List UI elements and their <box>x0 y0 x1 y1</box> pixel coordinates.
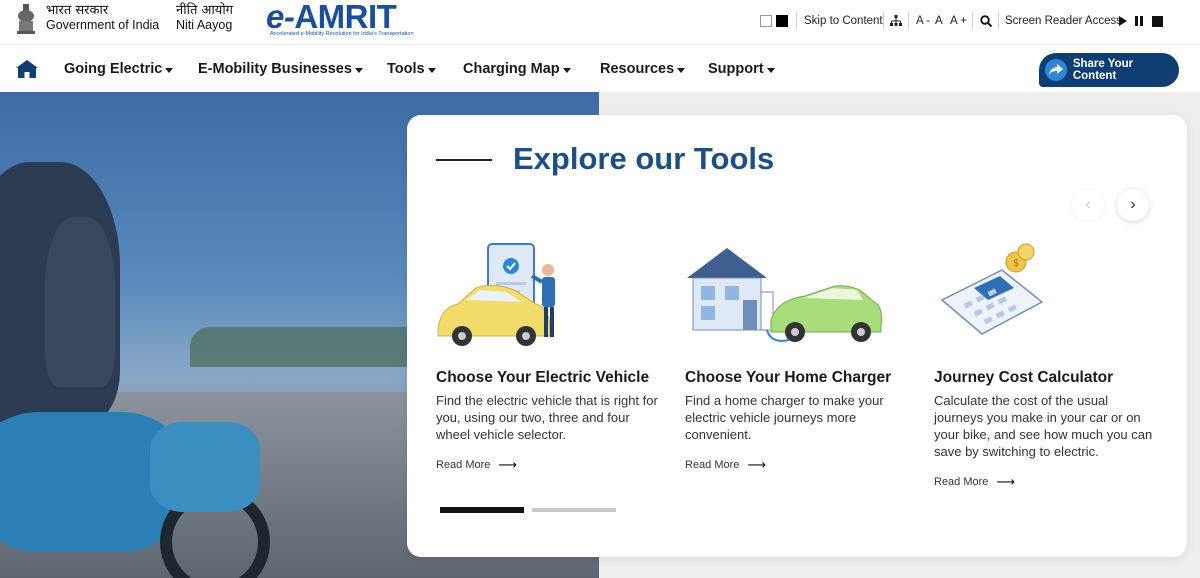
caret-down-icon <box>677 67 686 73</box>
title-decoration-line <box>436 159 492 161</box>
ev-selector-illustration-icon <box>437 243 555 346</box>
logo-amrit: AMRIT <box>294 0 397 35</box>
read-more-link[interactable]: Read More ⟶ <box>685 457 915 473</box>
read-more-link[interactable]: Read More ⟶ <box>934 474 1164 490</box>
divider <box>796 12 797 29</box>
carousel-dot-active[interactable] <box>440 507 524 513</box>
nav-label: Tools <box>387 61 425 77</box>
contrast-white-button[interactable] <box>760 15 772 27</box>
search-icon[interactable] <box>980 12 992 30</box>
nav-label: Resources <box>600 61 675 77</box>
tool-description: Find the electric vehicle that is right … <box>436 393 658 442</box>
arrow-right-icon: ⟶ <box>747 457 767 472</box>
tool-description: Find a home charger to make your electri… <box>685 393 884 442</box>
font-normal-button[interactable]: A <box>935 12 943 30</box>
tool-card-home-charger[interactable]: Choose Your Home Charger Find a home cha… <box>685 240 915 473</box>
svg-text:$: $ <box>1013 258 1019 269</box>
carousel-prev-button[interactable]: ‹ <box>1072 189 1104 221</box>
arrow-right-icon: ⟶ <box>498 457 518 472</box>
nav-going-electric[interactable]: Going Electric <box>64 61 174 77</box>
chevron-left-icon: ‹ <box>1085 196 1091 213</box>
nav-resources[interactable]: Resources <box>600 61 686 77</box>
arrow-right-icon: ⟶ <box>996 474 1016 489</box>
tool-card-journey-cost-calculator[interactable]: $ Journey Cost Calculator Calculate the … <box>934 240 1164 490</box>
tool-card-ev-selector[interactable]: Choose Your Electric Vehicle Find the el… <box>436 240 666 473</box>
niti-english: Niti Aayog <box>176 18 233 32</box>
font-decrease-button[interactable]: A - <box>916 12 930 30</box>
explore-tools-card: Explore our Tools ‹ › Choose Your Electr… <box>407 115 1187 557</box>
government-of-india[interactable]: भारत सरकार Government of India <box>46 3 160 33</box>
home-icon[interactable] <box>16 60 38 78</box>
share-your-content-button[interactable]: Share Your Content <box>1039 53 1179 87</box>
e-amrit-logo[interactable]: e-AMRIT Accelerated e-Mobility Revolutio… <box>266 0 426 42</box>
tool-title: Choose Your Electric Vehicle <box>436 369 650 386</box>
font-increase-button[interactable]: A + <box>950 12 967 30</box>
gov-hindi: भारत सरकार <box>46 3 109 18</box>
caret-down-icon <box>562 67 571 73</box>
nav-e-mobility-businesses[interactable]: E-Mobility Businesses <box>198 61 363 77</box>
top-bar: भारत सरकार Government of India नीति आयोग… <box>0 0 1200 44</box>
read-more-label: Read More <box>685 459 740 471</box>
nav-charging-map[interactable]: Charging Map <box>463 61 571 77</box>
skip-to-content-link[interactable]: Skip to Content <box>804 12 883 30</box>
divider <box>998 12 999 29</box>
share-icon <box>1045 59 1067 81</box>
nav-label: Going Electric <box>64 61 163 77</box>
screen-reader-link[interactable]: Screen Reader Access <box>1005 12 1122 30</box>
national-emblem-icon <box>17 4 35 34</box>
stop-icon[interactable] <box>1152 12 1163 30</box>
hero-rider-shape <box>45 217 115 387</box>
divider <box>883 12 884 29</box>
gov-english: Government of India <box>46 18 160 32</box>
caret-down-icon <box>766 67 775 73</box>
niti-hindi: नीति आयोग <box>176 3 234 18</box>
read-more-label: Read More <box>934 476 989 488</box>
nav-label: E-Mobility Businesses <box>198 61 352 77</box>
caret-down-icon <box>165 67 174 73</box>
caret-down-icon <box>354 67 363 73</box>
carousel-dot[interactable] <box>532 508 616 512</box>
main-nav: Going Electric E-Mobility Businesses Too… <box>0 44 1200 92</box>
contrast-black-button[interactable] <box>776 15 788 27</box>
divider <box>972 12 973 29</box>
nav-tools[interactable]: Tools <box>387 61 436 77</box>
nav-support[interactable]: Support <box>708 61 775 77</box>
calculator-illustration-icon: $ <box>940 243 1044 335</box>
section-title: Explore our Tools <box>513 141 775 176</box>
niti-aayog[interactable]: नीति आयोग Niti Aayog <box>176 3 234 33</box>
carousel-next-button[interactable]: › <box>1117 189 1149 221</box>
tool-title: Choose Your Home Charger <box>685 369 892 386</box>
logo-e: e- <box>266 0 295 35</box>
hero-scooter-shape <box>150 422 260 512</box>
read-more-label: Read More <box>436 459 491 471</box>
caret-down-icon <box>427 67 436 73</box>
nav-label: Support <box>708 61 764 77</box>
tool-title: Journey Cost Calculator <box>934 369 1114 386</box>
logo-tagline: Accelerated e-Mobility Revolution for In… <box>270 31 414 37</box>
chevron-right-icon: › <box>1130 196 1136 213</box>
divider <box>908 12 909 29</box>
nav-label: Charging Map <box>463 61 560 77</box>
play-icon[interactable] <box>1119 12 1127 30</box>
pause-icon[interactable] <box>1135 12 1143 30</box>
carousel-pagination <box>440 507 616 513</box>
home-charger-illustration-icon <box>687 248 882 342</box>
tool-description: Calculate the cost of the usual journeys… <box>934 393 1153 459</box>
sitemap-icon[interactable] <box>890 12 902 30</box>
contrast-toggle <box>760 12 788 30</box>
read-more-link[interactable]: Read More ⟶ <box>436 457 666 473</box>
share-label: Share Your Content <box>1072 58 1134 82</box>
